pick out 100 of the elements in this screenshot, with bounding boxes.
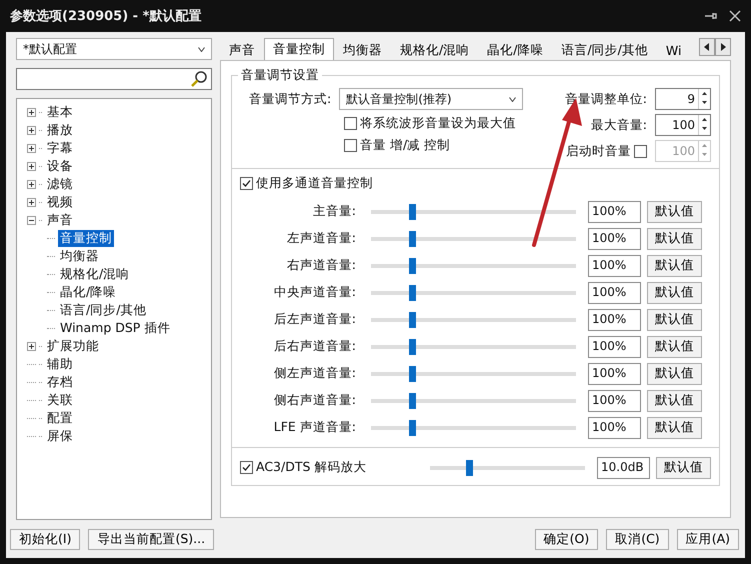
- field-label: 最大音量:: [590, 116, 647, 134]
- checkmark-icon: [242, 179, 251, 188]
- default-button[interactable]: 默认值: [647, 336, 702, 358]
- tab[interactable]: 语言/同步/其他: [552, 40, 657, 60]
- default-button[interactable]: 默认值: [647, 254, 702, 276]
- channel-label: 后右声道音量:: [272, 338, 356, 355]
- channel-label: 后左声道音量:: [272, 311, 356, 328]
- slider-thumb[interactable]: [409, 312, 416, 328]
- field-label: 音量调节方式:: [249, 90, 332, 108]
- scroll-right-button[interactable]: [715, 38, 731, 56]
- value-field[interactable]: 100%: [588, 282, 641, 304]
- default-button[interactable]: 默认值: [656, 456, 711, 478]
- slider-thumb[interactable]: [409, 338, 416, 354]
- expand-icon[interactable]: [27, 342, 36, 350]
- default-button[interactable]: 默认值: [647, 228, 702, 250]
- tree-item[interactable]: 基本: [45, 104, 75, 120]
- tree-item[interactable]: 播放: [45, 122, 75, 138]
- value-field[interactable]: 100%: [588, 228, 641, 250]
- tree-item[interactable]: Winamp DSP 插件: [58, 320, 172, 336]
- slider-thumb[interactable]: [409, 258, 416, 274]
- tree-item[interactable]: 配置: [45, 410, 75, 426]
- search-icon[interactable]: [190, 70, 208, 88]
- expand-icon[interactable]: [27, 144, 36, 152]
- tree-item[interactable]: 字幕: [45, 140, 75, 156]
- caret-icon[interactable]: [198, 46, 205, 52]
- default-button[interactable]: 默认值: [647, 308, 702, 330]
- checkbox[interactable]: 音量 增/减 控制: [240, 137, 524, 154]
- window-title: 参数选项(230905) - *默认配置: [10, 8, 202, 25]
- pin-icon[interactable]: [705, 10, 717, 22]
- tree-item[interactable]: 滤镜: [45, 176, 75, 192]
- close-icon[interactable]: [729, 10, 741, 22]
- dialog-button[interactable]: 应用(A): [676, 528, 739, 550]
- tree-item[interactable]: 晶化/降噪: [58, 284, 118, 300]
- tree-item[interactable]: 辅助: [45, 356, 75, 372]
- value-field[interactable]: 100%: [588, 254, 641, 276]
- channel-label: 左声道音量:: [286, 230, 356, 247]
- slider-thumb[interactable]: [409, 392, 416, 408]
- value-field[interactable]: 100%: [588, 200, 641, 222]
- tree-item[interactable]: 语言/同步/其他: [58, 302, 148, 318]
- channel-label: LFE 声道音量:: [272, 419, 356, 436]
- left-arrow-icon: [704, 43, 710, 51]
- footer-button[interactable]: 导出当前配置(S)...: [88, 528, 214, 550]
- search-field[interactable]: [16, 68, 212, 90]
- dialog-button[interactable]: 取消(C): [606, 528, 669, 550]
- checkmark-icon: [242, 463, 251, 472]
- right-arrow-icon: [720, 43, 726, 51]
- tree-item[interactable]: 视频: [45, 194, 75, 210]
- slider-thumb[interactable]: [466, 460, 473, 476]
- expand-icon[interactable]: [27, 126, 36, 134]
- slider-thumb[interactable]: [409, 366, 416, 382]
- expand-icon[interactable]: [27, 180, 36, 188]
- checkbox[interactable]: 使用多通道音量控制: [240, 175, 711, 192]
- tree-item[interactable]: 音量控制: [58, 230, 114, 246]
- tab[interactable]: 声音: [220, 40, 264, 60]
- value-field[interactable]: 100%: [588, 362, 641, 384]
- mode-select[interactable]: 默认音量控制(推荐): [339, 88, 524, 110]
- tab[interactable]: 晶化/降噪: [478, 40, 552, 60]
- channel-label: 右声道音量:: [286, 257, 356, 274]
- tree-item[interactable]: 声音: [45, 212, 75, 228]
- expand-icon[interactable]: [27, 198, 36, 206]
- value-field[interactable]: 100%: [588, 390, 641, 412]
- value-field[interactable]: 100%: [588, 308, 641, 330]
- dialog-button[interactable]: 确定(O): [534, 528, 598, 550]
- default-button[interactable]: 默认值: [647, 200, 702, 222]
- tab[interactable]: 均衡器: [334, 40, 391, 60]
- slider-thumb[interactable]: [409, 230, 416, 246]
- tree-item[interactable]: 均衡器: [58, 248, 101, 264]
- tab[interactable]: 音量控制: [264, 38, 334, 60]
- number-spinner[interactable]: 9: [655, 88, 711, 110]
- expand-icon[interactable]: [27, 108, 36, 116]
- tree-item[interactable]: 存档: [45, 374, 75, 390]
- default-button[interactable]: 默认值: [647, 282, 702, 304]
- number-spinner[interactable]: 100: [655, 114, 711, 136]
- tab[interactable]: 规格化/混响: [391, 40, 478, 60]
- tree-item[interactable]: 屏保: [45, 428, 75, 444]
- value-field[interactable]: 10.0dB: [597, 456, 650, 478]
- channel-label: 中央声道音量:: [272, 284, 356, 301]
- tree-item[interactable]: 规格化/混响: [58, 266, 132, 282]
- value-field[interactable]: 100%: [588, 336, 641, 358]
- slider-thumb[interactable]: [409, 284, 416, 300]
- checkbox[interactable]: AC3/DTS 解码放大: [240, 459, 415, 476]
- default-button[interactable]: 默认值: [647, 362, 702, 384]
- tree-item[interactable]: 关联: [45, 392, 75, 408]
- slider-thumb[interactable]: [409, 204, 416, 220]
- profile-select[interactable]: *默认配置: [16, 38, 212, 60]
- caret-icon[interactable]: [509, 96, 516, 102]
- default-button[interactable]: 默认值: [647, 390, 702, 412]
- footer-button[interactable]: 初始化(I): [10, 528, 80, 550]
- tab[interactable]: Wi: [656, 40, 690, 60]
- tree-item[interactable]: 设备: [45, 158, 75, 174]
- expand-icon[interactable]: [27, 162, 36, 170]
- group-title: 音量调节设置: [238, 67, 322, 84]
- channel-label: 侧右声道音量:: [272, 392, 356, 409]
- scroll-left-button[interactable]: [699, 38, 715, 56]
- slider-thumb[interactable]: [409, 420, 416, 436]
- checkbox[interactable]: 将系统波形音量设为最大值: [240, 115, 524, 132]
- value-field[interactable]: 100%: [588, 416, 641, 438]
- default-button[interactable]: 默认值: [647, 416, 702, 438]
- collapse-icon[interactable]: [27, 216, 36, 224]
- tree-item[interactable]: 扩展功能: [45, 338, 101, 354]
